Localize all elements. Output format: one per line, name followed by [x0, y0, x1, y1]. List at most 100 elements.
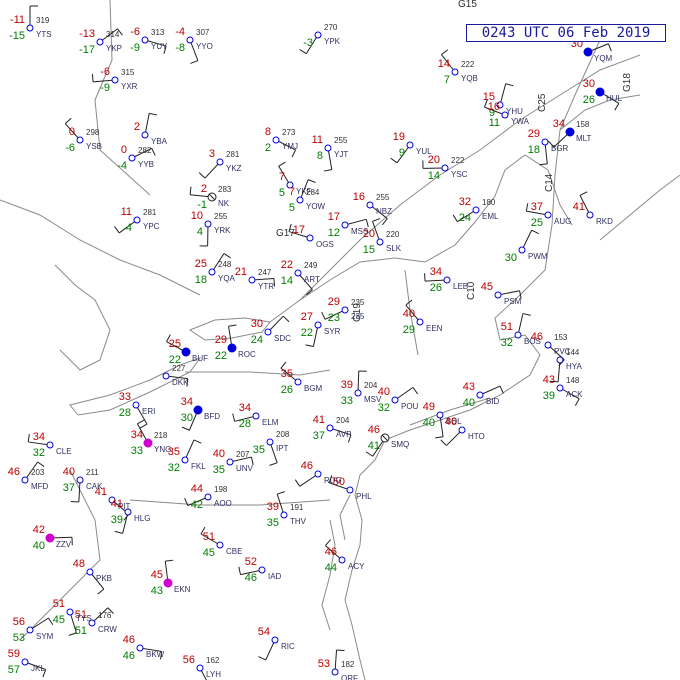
station-plot: 11 4 281 YPC — [114, 206, 160, 234]
station-id: YKP — [106, 44, 122, 53]
station-id: BGR — [551, 144, 569, 153]
station-id: YRK — [214, 226, 231, 235]
station-pressure: 313 — [151, 28, 165, 37]
station-dewpoint: -15 — [9, 30, 25, 42]
station-dewpoint: -9 — [100, 82, 110, 94]
station-temperature: 20 — [363, 228, 375, 240]
sky-cover-symbol — [45, 533, 55, 543]
station-plot: 46 46 BKW — [123, 634, 165, 662]
station-dewpoint: 30 — [181, 412, 193, 424]
station-temperature: 40 — [213, 448, 225, 460]
wind-barb-feather — [522, 313, 531, 316]
station-id: RKD — [596, 217, 613, 226]
station-id: CBE — [226, 547, 242, 556]
station-pressure: 248 — [218, 260, 232, 269]
sky-cover-symbol — [186, 36, 194, 44]
sky-cover-symbol — [271, 636, 279, 644]
station-temperature: 19 — [393, 131, 405, 143]
station-plot: 16 255 NBZ — [353, 191, 392, 226]
station-id: AUG — [554, 217, 571, 226]
station-id: AOO — [214, 499, 232, 508]
wind-barb-feather — [139, 423, 148, 429]
wind-barb-feather — [499, 385, 504, 394]
sky-cover-symbol — [163, 578, 173, 588]
wind-barb-feather — [614, 103, 620, 111]
sky-cover-symbol — [494, 291, 502, 299]
station-dewpoint: 14 — [428, 170, 440, 182]
wind-barb-feather — [539, 163, 548, 166]
station-temperature: 29 — [528, 128, 540, 140]
station-plot: 3 281 YKZ — [198, 148, 242, 179]
station-pressure: 281 — [143, 208, 157, 217]
wind-barb-feather — [193, 439, 202, 444]
surface-map: G19 G18 G17 G15 C25 C14 C10 -11 -15 319 YTS… — [0, 0, 680, 680]
station-temperature: 53 — [318, 658, 330, 670]
station-id: EEN — [426, 324, 443, 333]
station-temperature: 51 — [501, 321, 513, 333]
station-plot: 2 YBA — [134, 112, 168, 146]
wind-barb-feather — [525, 203, 529, 212]
wind-barb-feather — [91, 73, 94, 82]
station-dewpoint: 39 — [111, 514, 123, 526]
station-temperature: 30 — [251, 318, 263, 330]
station-temperature: 35 — [168, 446, 180, 458]
station-dewpoint: 4 — [197, 226, 203, 238]
station-plot: -11 -15 319 YTS — [9, 5, 52, 42]
sky-cover-symbol — [196, 664, 204, 672]
station-plot: 35 208 IPT — [253, 430, 290, 466]
station-plot: 41 RKD — [573, 191, 613, 226]
station-dewpoint: 43 — [151, 585, 163, 597]
wind-barb-feather — [305, 344, 314, 348]
station-dewpoint: 42 — [191, 499, 203, 511]
sky-cover-symbol — [514, 331, 522, 339]
station-dewpoint: 40 — [423, 417, 435, 429]
station-plot: 53 182 ORF — [318, 649, 358, 680]
wind-barb-feather — [269, 462, 278, 466]
wind-barb-feather — [223, 253, 231, 259]
wind-barb-feather — [291, 149, 297, 158]
wind-barb-feather — [189, 186, 192, 195]
station-temperature: 27 — [301, 311, 313, 323]
station-temperature: 21 — [235, 266, 247, 278]
station-plot: 51 45 CBE — [200, 526, 242, 559]
station-dewpoint: 45 — [203, 547, 215, 559]
station-dewpoint: 5 — [289, 202, 295, 214]
station-temperature: 17 — [293, 224, 305, 236]
sky-cover-symbol — [331, 668, 339, 676]
station-dewpoint: 44 — [325, 562, 337, 574]
station-pressure: 227 — [172, 364, 186, 373]
sky-cover-symbol — [21, 476, 29, 484]
station-dewpoint: 26 — [583, 94, 595, 106]
sky-cover-symbol — [443, 276, 451, 284]
station-temperature: 16 — [488, 101, 500, 113]
station-temperature: 46 — [123, 634, 135, 646]
nb-border — [559, 94, 641, 131]
wind-barb-feather — [308, 179, 316, 184]
station-temperature: 46 — [368, 424, 380, 436]
station-plot: -6 -9 313 YUY — [130, 26, 168, 54]
station-temperature: 44 — [191, 483, 203, 495]
station-temperature: 49 — [423, 401, 435, 413]
station-temperature: 42 — [33, 524, 45, 536]
station-id: YUY — [151, 42, 168, 51]
sky-cover-symbol — [541, 138, 549, 146]
station-plot: 40 35 207 UNV — [213, 448, 254, 476]
station-pressure: 249 — [304, 261, 318, 270]
station-plot: 52 46 IAD — [238, 556, 282, 584]
sky-cover-symbol — [252, 412, 260, 420]
sky-cover-symbol — [162, 372, 170, 380]
station-plot: 11 8 255 YJT — [312, 134, 348, 172]
station-dewpoint: 57 — [8, 664, 20, 676]
sky-cover-symbol — [472, 206, 480, 214]
lake-huron — [54, 264, 111, 371]
station-pressure: 222 — [451, 156, 465, 165]
station-temperature: 39 — [341, 379, 353, 391]
canada-us-border-west — [0, 199, 201, 296]
station-id: CLE — [56, 447, 72, 456]
wind-barb-feather — [412, 387, 419, 395]
station-pressure: 158 — [576, 120, 590, 129]
station-id: HLG — [134, 514, 150, 523]
station-temperature: 29 — [215, 334, 227, 346]
station-plot: 46 44 ACY — [325, 539, 365, 574]
station-temperature: 30 — [583, 78, 595, 90]
